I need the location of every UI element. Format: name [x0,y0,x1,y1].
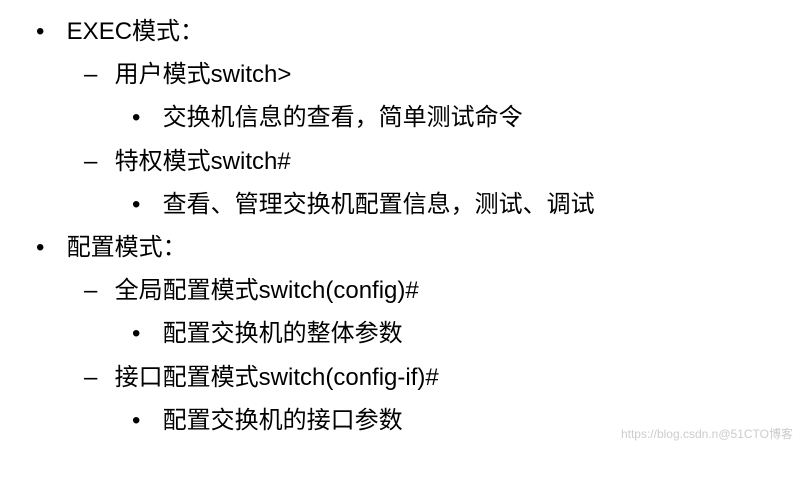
outline-list: EXEC模式： 用户模式switch> 交换机信息的查看，简单测试命令 特权模式… [20,10,783,442]
list-item: 交换机信息的查看，简单测试命令 [156,96,783,139]
sublist: 全局配置模式switch(config)# 配置交换机的整体参数 接口配置模式s… [60,269,783,442]
list-item: 用户模式switch> 交换机信息的查看，简单测试命令 [108,53,783,139]
item-text: 配置交换机的整体参数 [163,320,403,347]
item-text: 配置交换机的接口参数 [163,407,403,434]
list-item: 配置模式： 全局配置模式switch(config)# 配置交换机的整体参数 接… [60,226,783,442]
list-item: EXEC模式： 用户模式switch> 交换机信息的查看，简单测试命令 特权模式… [60,10,783,226]
list-item: 全局配置模式switch(config)# 配置交换机的整体参数 [108,269,783,355]
item-text: 接口配置模式switch(config-if)# [115,364,439,391]
list-item: 配置交换机的整体参数 [156,312,783,355]
item-text: EXEC模式： [67,18,204,45]
item-text: 配置模式： [67,234,187,261]
sublist: 配置交换机的整体参数 [108,312,783,355]
item-text: 特权模式switch# [115,148,291,175]
sublist: 交换机信息的查看，简单测试命令 [108,96,783,139]
item-text: 查看、管理交换机配置信息，测试、调试 [163,191,595,218]
item-text: 交换机信息的查看，简单测试命令 [163,104,523,131]
watermark-text: https://blog.csdn.n@51CTO博客 [621,424,793,446]
item-text: 用户模式switch> [115,61,292,88]
list-item: 特权模式switch# 查看、管理交换机配置信息，测试、调试 [108,140,783,226]
sublist: 查看、管理交换机配置信息，测试、调试 [108,183,783,226]
sublist: 用户模式switch> 交换机信息的查看，简单测试命令 特权模式switch# … [60,53,783,226]
item-text: 全局配置模式switch(config)# [115,277,419,304]
list-item: 查看、管理交换机配置信息，测试、调试 [156,183,783,226]
